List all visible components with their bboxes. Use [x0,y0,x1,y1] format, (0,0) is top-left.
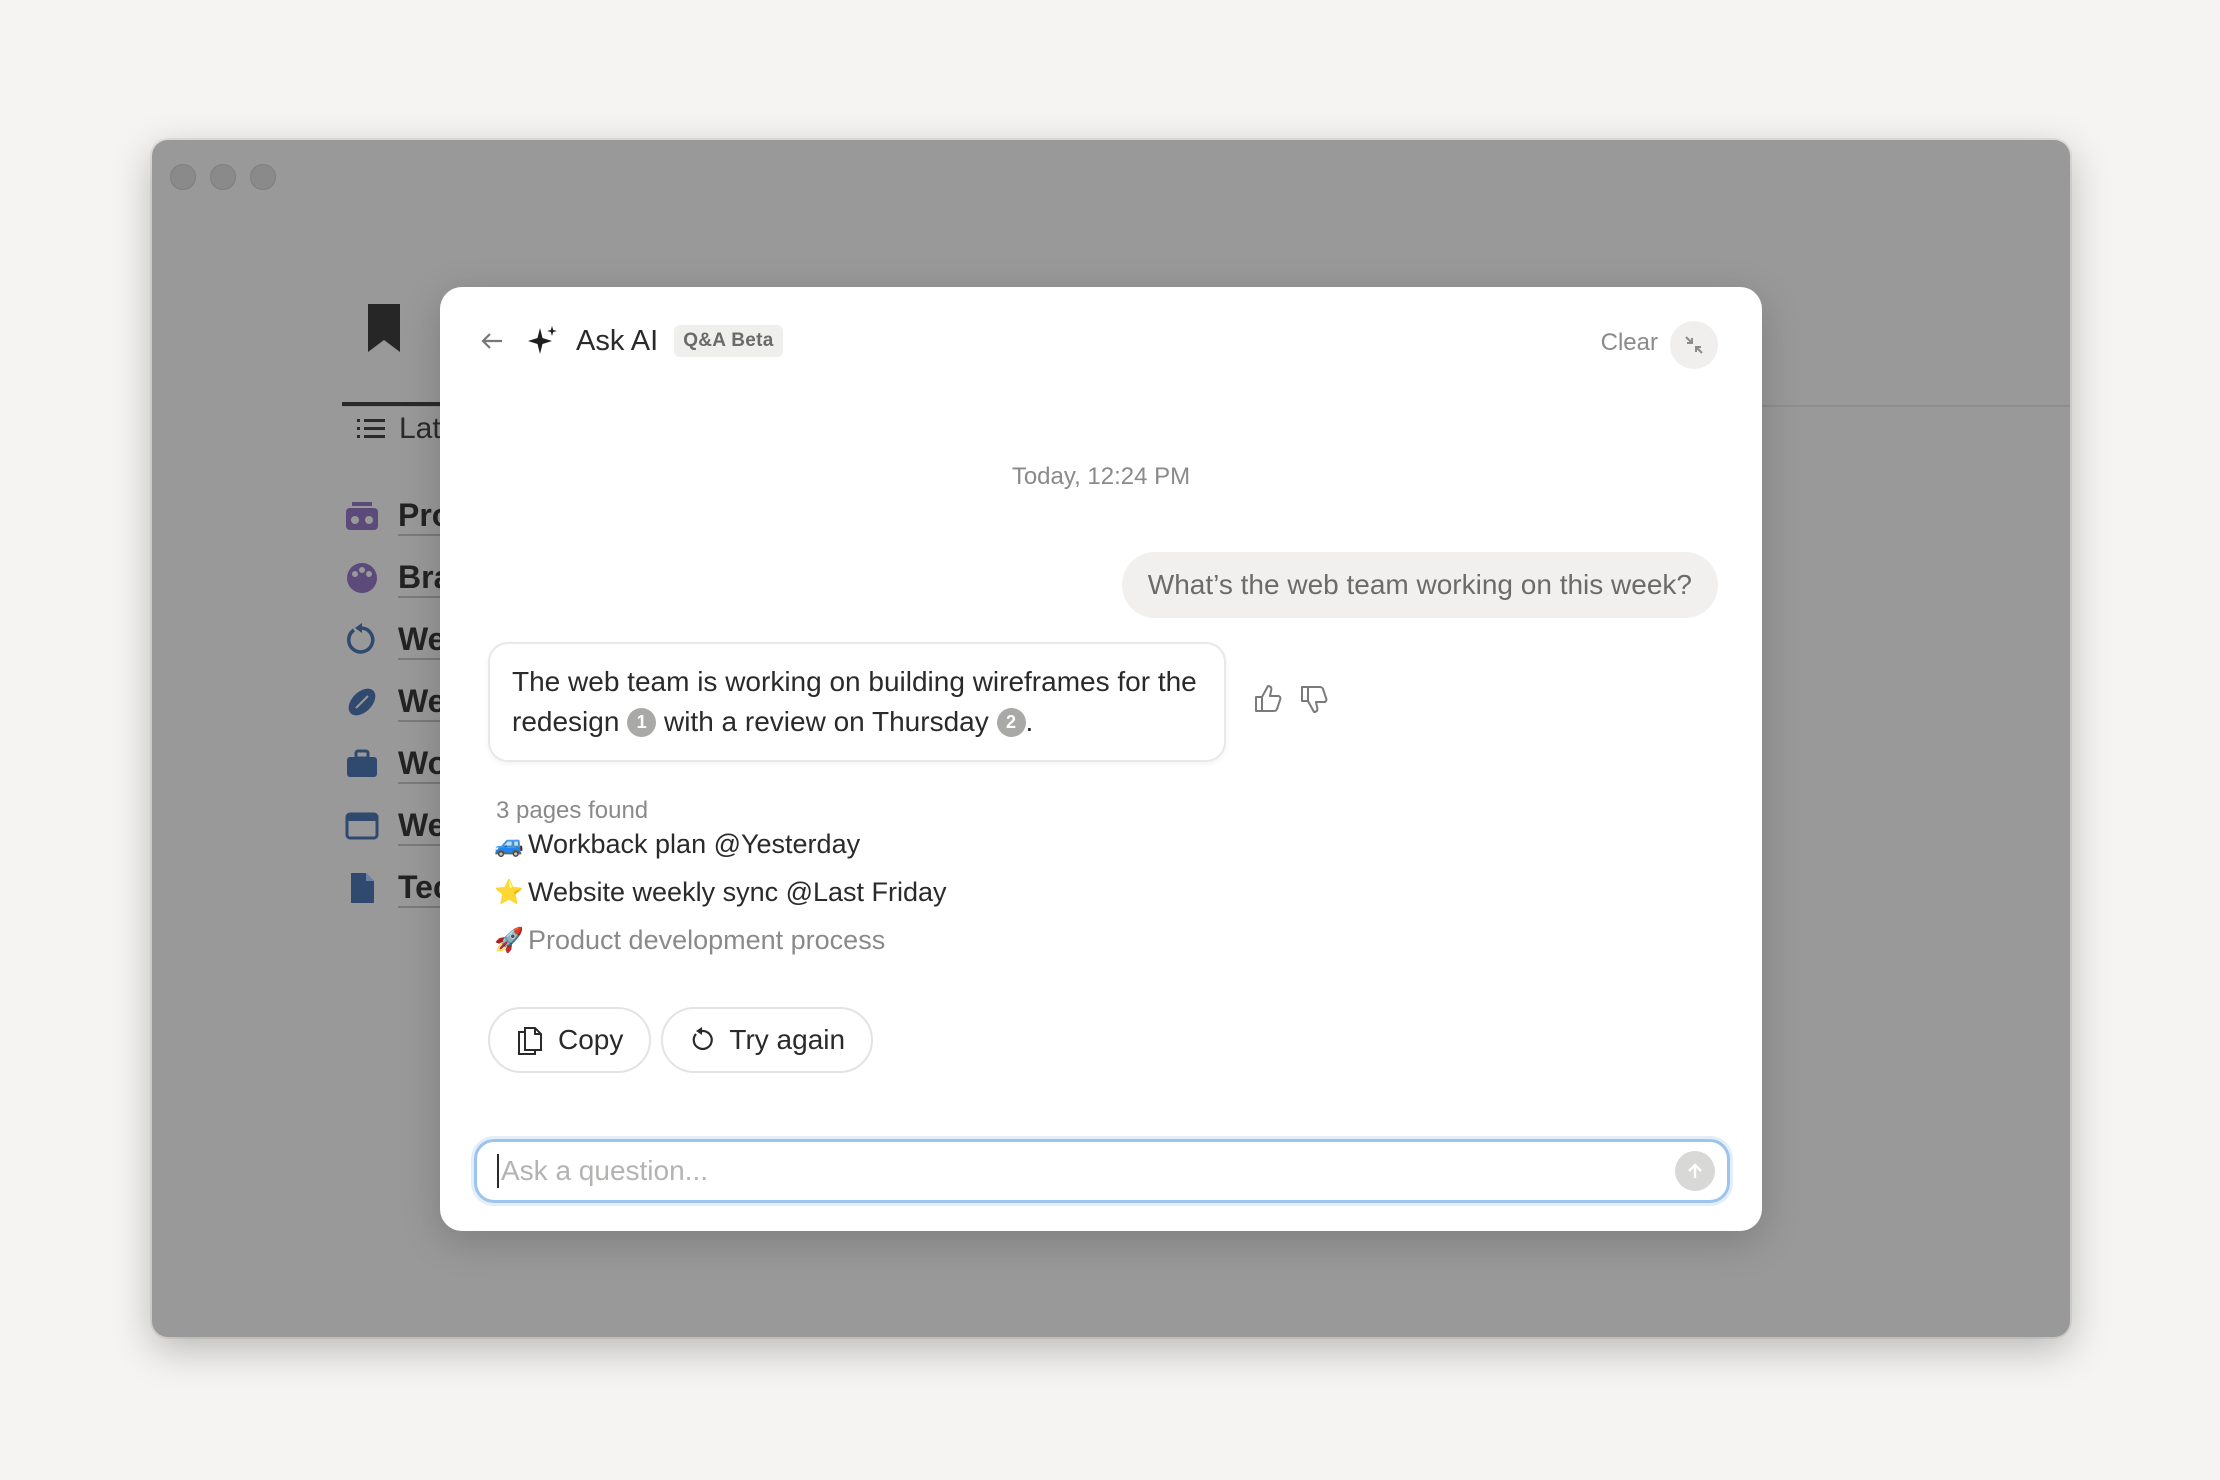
page-item-label: We [398,620,446,661]
question-input[interactable] [501,1155,1675,1187]
sparkle-icon [528,326,557,354]
ai-response-bubble: The web team is working on building wire… [488,642,1226,762]
collapse-button[interactable] [1670,321,1718,369]
page-item-label: We [398,682,446,723]
thumbs-up-icon[interactable] [1250,681,1286,717]
citation-badge[interactable]: 2 [996,707,1026,737]
window-minimize-button[interactable] [210,164,236,190]
try-again-button[interactable]: Try again [661,1007,874,1073]
page-item-label: We [398,806,446,847]
page-item[interactable]: Pro [344,485,452,547]
tab-list-view[interactable]: Lat [357,412,441,446]
user-message-bubble: What’s the web team working on this week… [1121,552,1718,618]
radio-icon [346,502,378,530]
send-button[interactable] [1675,1151,1715,1191]
page-list: Pro Bra We We Wo We Tec [344,485,452,919]
car-icon: 🚙 [494,831,524,858]
arrow-up-icon [1688,1163,1702,1178]
retry-icon [693,1027,714,1051]
page-item[interactable]: We [344,795,451,857]
page-item[interactable]: We [344,671,451,733]
thumbs-down-icon[interactable] [1296,681,1332,717]
sources-count: 3 pages found [496,797,649,824]
minimize-arrows-icon [1685,336,1703,354]
conversation-timestamp: Today, 12:24 PM [1011,463,1191,490]
question-input-container [474,1139,1730,1203]
source-link-label: Website weekly sync @Last Friday [528,877,947,907]
beta-badge: Q&A Beta [674,325,783,357]
rocket-icon: 🚀 [494,927,524,954]
copy-icon [518,1027,542,1055]
ask-ai-modal: Ask AI Q&A Beta Clear Today, 12:24 PM Wh… [440,287,1762,1231]
clear-button[interactable]: Clear [1601,329,1658,357]
ai-response-text: . [1025,706,1034,737]
tab-label: Lat [399,412,441,445]
star-icon: ⭐ [494,879,524,906]
window-zoom-button[interactable] [250,164,276,190]
list-icon [357,419,385,438]
source-link[interactable]: 🚀 Product development process [494,925,885,956]
page-item[interactable]: We [344,609,451,671]
page-item[interactable]: Wo [344,733,451,795]
copy-button[interactable]: Copy [488,1007,652,1073]
source-link-label: Product development process [528,925,886,955]
palette-icon [347,563,377,593]
bookmark-icon [368,304,400,352]
copy-button-label: Copy [558,1024,624,1055]
ai-response-text: with a review on Thursday [663,706,989,737]
tab-active-indicator [342,402,452,406]
arrow-left-icon [481,333,502,349]
modal-title: Ask AI [576,324,659,357]
modal-header: Ask AI Q&A Beta [474,323,783,359]
page-item[interactable]: Bra [344,547,452,609]
source-link[interactable]: ⭐ Website weekly sync @Last Friday [494,877,947,908]
browser-icon [345,812,379,840]
football-icon [348,688,376,716]
try-again-button-label: Try again [729,1024,846,1055]
window-close-button[interactable] [170,164,196,190]
refresh-icon [346,623,375,654]
document-icon [351,873,374,903]
text-cursor [497,1154,499,1188]
back-button[interactable] [474,323,510,359]
briefcase-icon [347,749,377,777]
source-link[interactable]: 🚙 Workback plan @Yesterday [494,829,860,860]
page-item[interactable]: Tec [344,857,451,919]
source-link-label: Workback plan @Yesterday [528,829,861,859]
citation-badge[interactable]: 1 [627,707,657,737]
response-actions: Copy Try again [488,1007,874,1073]
